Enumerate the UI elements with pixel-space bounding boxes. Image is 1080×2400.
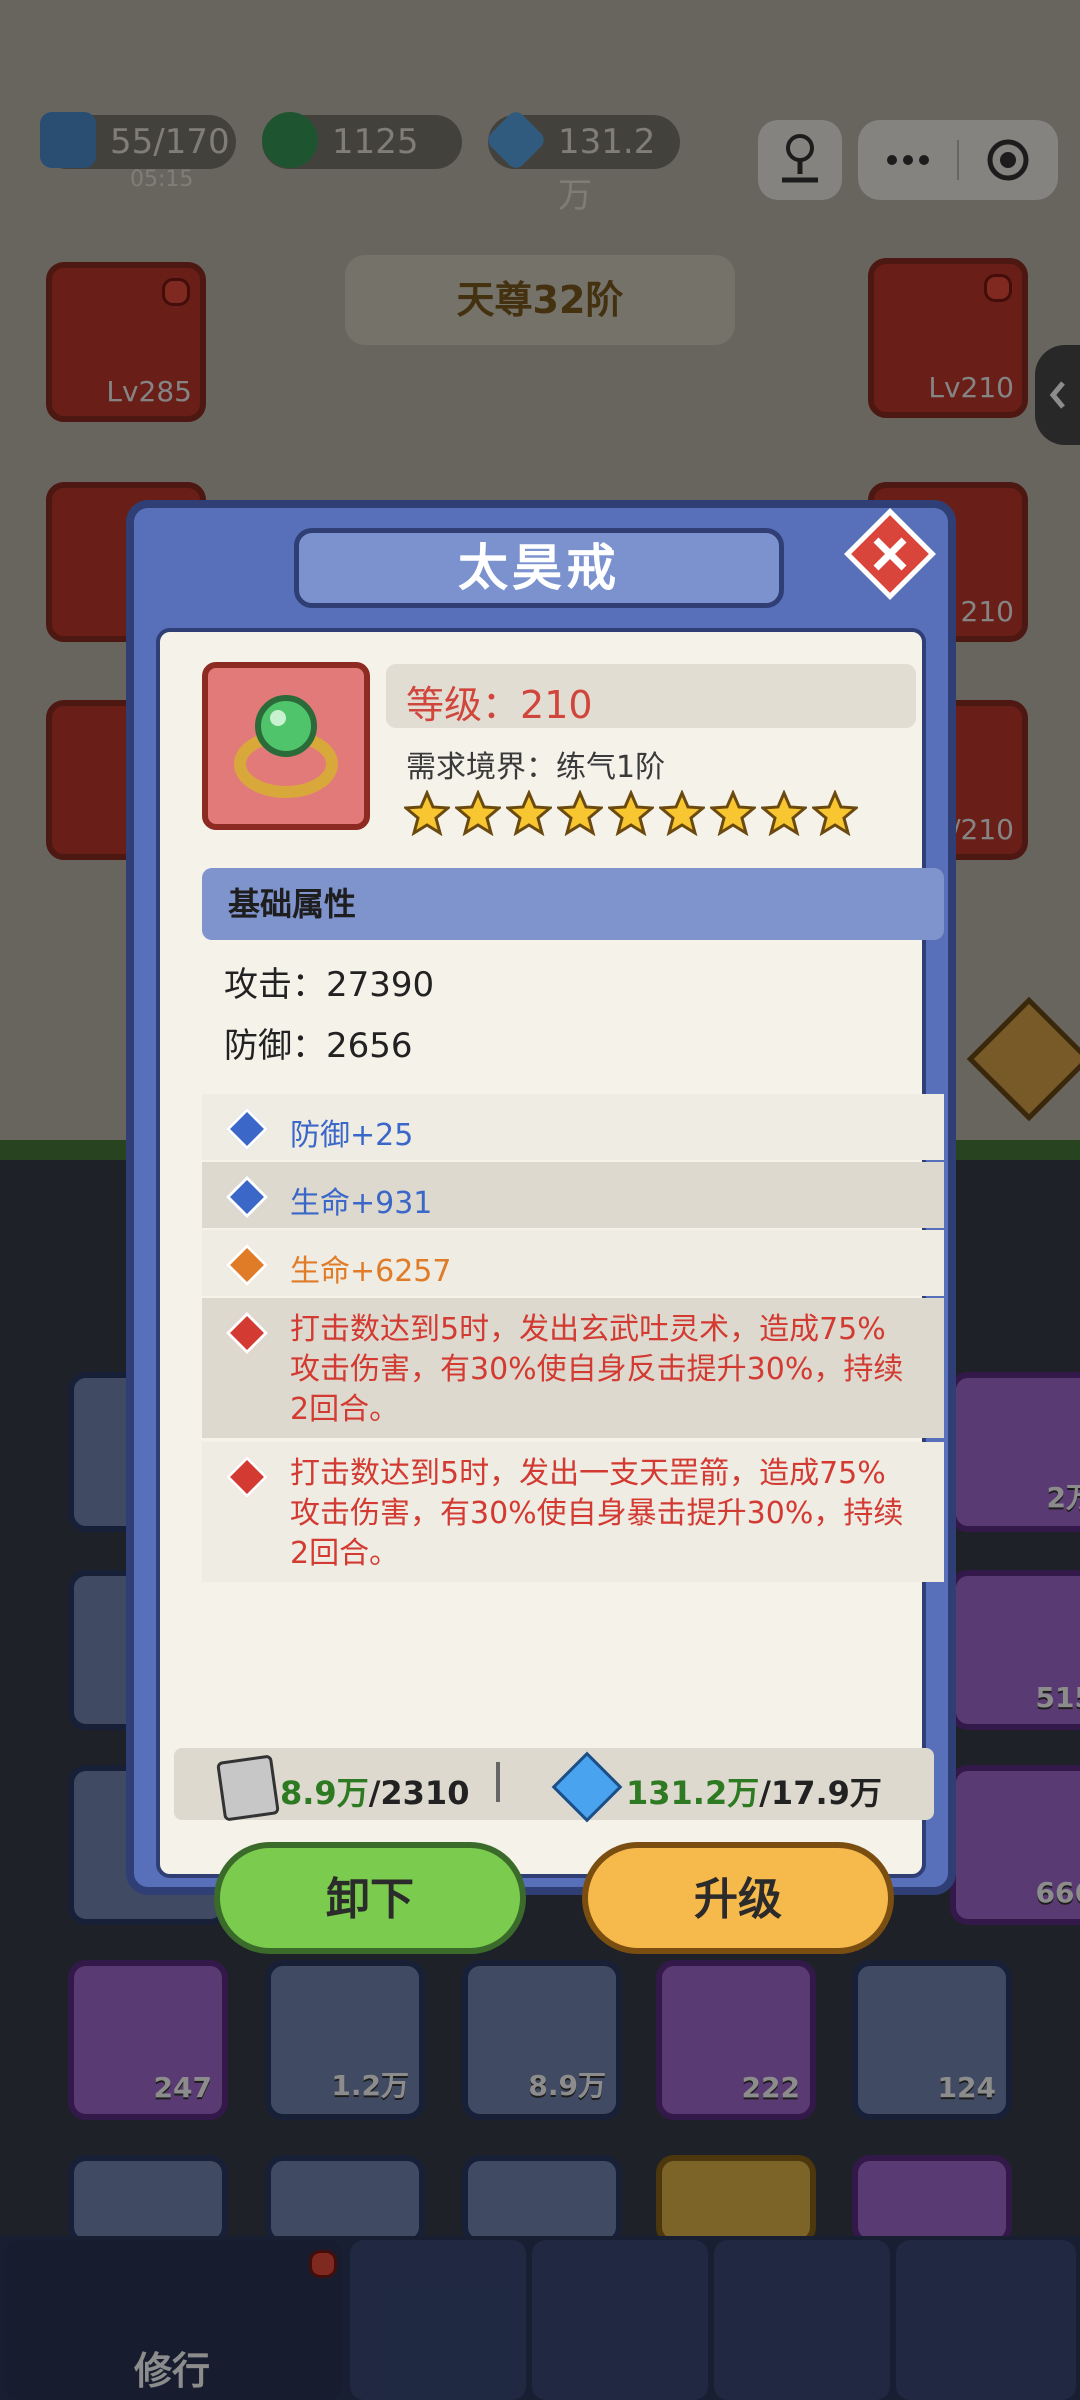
star-icon: [608, 790, 654, 836]
attribute-row: 打击数达到5时，发出玄武吐灵术，造成75%攻击伤害，有30%使自身反击提升30%…: [202, 1298, 944, 1438]
upgrade-button[interactable]: 升级: [582, 1842, 894, 1954]
attribute-row: 生命+6257: [202, 1230, 944, 1296]
dialog-body: 等级：210 需求境界：练气1阶 基础属性 攻击：27390 防御：2656 防…: [156, 628, 944, 1954]
star-icon: [506, 790, 552, 836]
stat-defense: 防御：2656: [224, 1026, 413, 1066]
red-diamond-icon: [225, 1311, 269, 1355]
star-icon: [812, 790, 858, 836]
close-icon: [844, 508, 936, 600]
close-button[interactable]: [842, 506, 938, 602]
unequip-button[interactable]: 卸下: [214, 1842, 526, 1954]
dialog-title: 太昊戒: [294, 528, 784, 608]
star-icon: [455, 790, 501, 836]
ore-icon: [216, 1754, 280, 1822]
level-label: 等级：210: [406, 683, 593, 727]
realm-requirement: 需求境界：练气1阶: [406, 750, 666, 785]
orange-diamond-icon: [225, 1243, 269, 1287]
red-diamond-icon: [225, 1455, 269, 1499]
cost-divider: [496, 1762, 500, 1802]
star-icon: [659, 790, 705, 836]
ring-icon: [202, 662, 370, 830]
section-title-basic-attributes: 基础属性: [202, 868, 944, 940]
spirit-stone-cost: 131.2万/17.9万: [626, 1774, 882, 1812]
blue-diamond-icon: [225, 1175, 269, 1219]
star-icon: [710, 790, 756, 836]
star-icon: [557, 790, 603, 836]
attribute-row: 生命+931: [202, 1162, 944, 1228]
star-icon: [404, 790, 450, 836]
stat-attack: 攻击：27390: [224, 965, 435, 1005]
attribute-row: 打击数达到5时，发出一支天罡箭，造成75%攻击伤害，有30%使自身暴击提升30%…: [202, 1442, 944, 1582]
item-detail-dialog: 太昊戒 等级：210 需求境界：练气1阶 基础属性 攻击：27390 防御：26…: [126, 500, 956, 1954]
star-icon: [761, 790, 807, 836]
ore-cost: 8.9万/2310: [280, 1774, 470, 1812]
attribute-row: 防御+25: [202, 1094, 944, 1160]
blue-diamond-icon: [225, 1107, 269, 1151]
